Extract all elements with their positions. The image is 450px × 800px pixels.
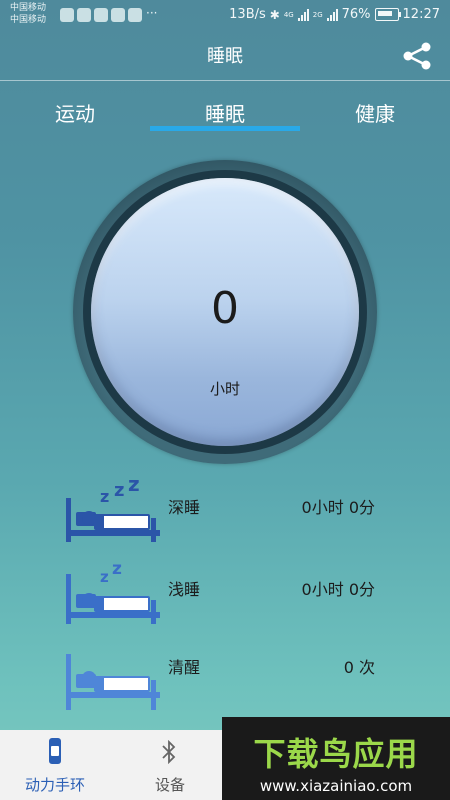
tab-sport[interactable]: 运动 [0, 98, 150, 127]
status-right: 13B/s ✱ 4G 2G 76% 12:27 [229, 7, 440, 22]
status-bar: 中国移动 中国移动 ··· 13B/s ✱ 4G 2G 76% 12:27 [0, 0, 450, 32]
signal-icon [297, 8, 309, 21]
bluetooth-icon [162, 740, 176, 764]
svg-text:z: z [100, 487, 109, 506]
carrier-info: 中国移动 中国移动 [10, 2, 46, 26]
awake-label: 清醒 [168, 658, 201, 677]
net-type-1: 4G [283, 10, 294, 19]
light-sleep-label: 浅睡 [168, 580, 201, 599]
more-notifications: ··· [146, 6, 158, 20]
chat-notification-icon [111, 8, 125, 22]
svg-text:z: z [128, 474, 140, 496]
watermark-text: 下载鸟应用 [253, 735, 419, 773]
wechat-icon [128, 8, 142, 22]
dial-face: 0 小时 [91, 178, 359, 446]
tab-sleep[interactable]: 睡眠 [150, 98, 300, 127]
nav-device[interactable]: 设备 [115, 730, 225, 800]
deep-sleep-label: 深睡 [168, 498, 201, 517]
svg-text:z: z [114, 480, 124, 501]
deep-sleep-row: z z z 深睡 0小时 0分 [0, 474, 450, 544]
svg-text:z: z [112, 559, 122, 579]
sleep-total-value: 0 [211, 283, 239, 334]
awake-value: 0 次 [343, 658, 375, 677]
deep-sleep-icon: z z z [66, 474, 160, 542]
carrier-2: 中国移动 [10, 15, 47, 25]
signal-icon-2 [326, 8, 338, 21]
sim-icon [60, 8, 74, 22]
band-icon [49, 738, 61, 764]
bluetooth-status-icon: ✱ [269, 7, 280, 22]
svg-text:z: z [100, 568, 109, 586]
awake-icon [66, 654, 160, 710]
light-sleep-value: 0小时 0分 [301, 580, 375, 599]
map-notification-icon [94, 8, 108, 22]
tab-bar: 运动 睡眠 健康 [0, 92, 450, 136]
nav-band[interactable]: 动力手环 [0, 730, 110, 800]
nav-device-label: 设备 [154, 776, 185, 794]
page-title: 睡眠 [207, 46, 243, 67]
battery-level: 76% [341, 7, 371, 22]
watermark-logo: 下载鸟应用 www.xiazainiao.com [222, 717, 450, 800]
watermark-url: www.xiazainiao.com [259, 777, 413, 795]
carrier-1: 中国移动 [10, 3, 47, 13]
battery-icon [374, 8, 401, 21]
app-notification-icon [77, 8, 91, 22]
nav-band-label: 动力手环 [24, 776, 85, 794]
notification-icons [60, 8, 142, 22]
deep-sleep-value: 0小时 0分 [301, 498, 375, 517]
sleep-dial: 0 小时 [73, 160, 377, 464]
tab-health[interactable]: 健康 [300, 98, 450, 127]
title-bar: 睡眠 [0, 32, 450, 81]
sleep-total-unit: 小时 [209, 380, 240, 398]
network-speed: 13B/s [229, 7, 266, 22]
light-sleep-icon: z z [66, 559, 160, 624]
light-sleep-row: z z 浅睡 0小时 0分 [0, 556, 450, 626]
awake-row: 清醒 0 次 [0, 642, 450, 712]
net-type-2: 2G [312, 10, 323, 19]
active-tab-indicator [150, 126, 300, 131]
clock: 12:27 [402, 7, 440, 22]
share-icon[interactable] [400, 39, 434, 73]
